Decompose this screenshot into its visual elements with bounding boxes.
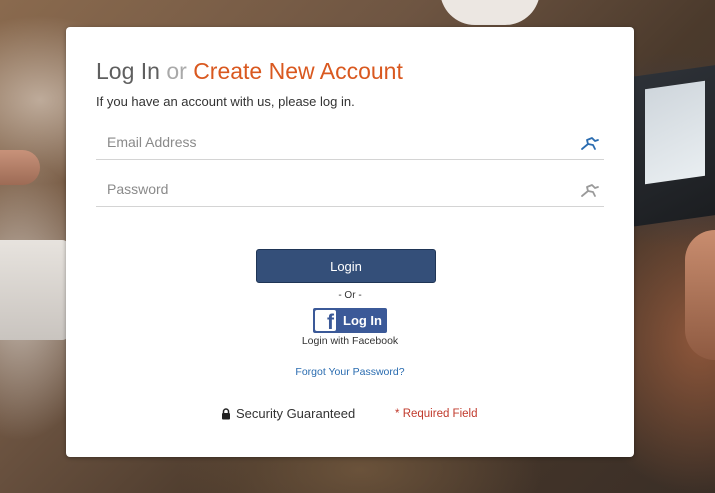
facebook-icon: f <box>315 310 336 334</box>
facebook-button-label: Log In <box>343 313 382 328</box>
security-text: Security Guaranteed <box>236 406 356 421</box>
required-marker: * <box>395 408 400 420</box>
facebook-logo-letter: f <box>327 311 334 334</box>
lock-icon <box>222 407 230 419</box>
facebook-login-button[interactable]: f Log In <box>313 308 387 333</box>
facebook-caption: Login with Facebook <box>301 335 399 347</box>
forgot-password-link[interactable]: Forgot Your Password? <box>66 366 634 378</box>
background-cup <box>440 0 540 25</box>
background-laptop-screen <box>645 80 705 185</box>
required-text: Required Field <box>402 408 478 420</box>
login-instructions: If you have an account with us, please l… <box>96 94 355 109</box>
login-card: Log In or Create New Account If you have… <box>66 27 634 457</box>
required-field-note: * Required Field <box>395 408 477 420</box>
password-field-wrapper <box>96 174 604 207</box>
password-field[interactable] <box>96 174 577 204</box>
email-field-wrapper <box>96 127 604 160</box>
or-separator: - Or - <box>338 290 362 301</box>
runner-icon <box>581 137 599 150</box>
security-guaranteed: Security Guaranteed <box>221 406 355 421</box>
background-hand-right <box>685 230 715 360</box>
create-account-link[interactable]: Create New Account <box>193 58 403 84</box>
runner-icon <box>581 184 599 197</box>
login-button[interactable]: Login <box>256 249 436 283</box>
background-hand-left <box>0 150 40 185</box>
login-heading: Log In <box>96 58 160 84</box>
email-field[interactable] <box>96 127 577 157</box>
background-paper <box>0 240 70 340</box>
page-title: Log In or Create New Account <box>96 57 403 85</box>
or-text: or <box>166 58 187 84</box>
